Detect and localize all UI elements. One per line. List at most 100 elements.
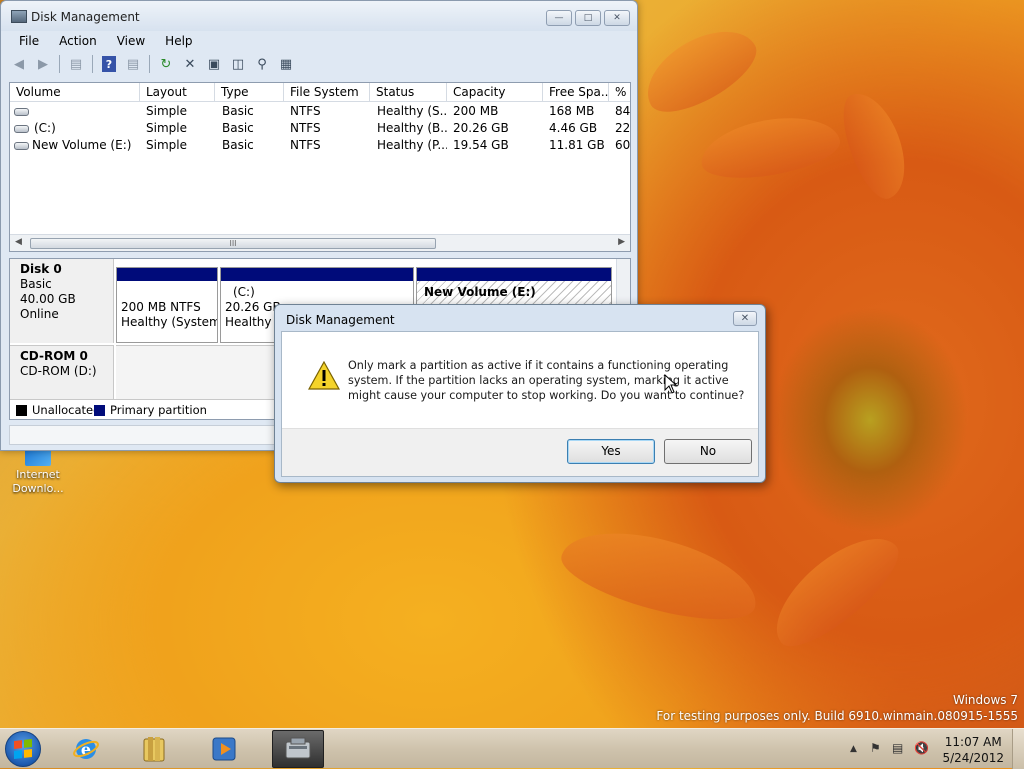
properties-icon[interactable]: ▤	[123, 54, 143, 74]
no-button[interactable]: No	[664, 439, 752, 464]
system-tray: ▲ ⚑ ▤ 🔇 11:07 AM 5/24/2012	[844, 729, 1024, 769]
wallpaper-petal	[554, 515, 766, 635]
volume-row[interactable]: Simple Basic NTFS Healthy (S... 200 MB 1…	[10, 103, 630, 120]
show-desktop-button[interactable]	[1012, 729, 1024, 769]
drive-icon	[14, 142, 29, 150]
volume-cell-type: Basic	[222, 138, 254, 152]
warning-icon	[308, 361, 340, 390]
show-hidden-icons-icon[interactable]: ▲	[850, 744, 857, 754]
taskbar-internet-explorer[interactable]: e	[60, 730, 112, 768]
column-header-status[interactable]: Status	[370, 83, 447, 102]
volume-cell-status: Healthy (S...	[377, 104, 447, 118]
column-header-volume[interactable]: Volume	[10, 83, 140, 102]
media-player-icon	[212, 737, 236, 761]
clock[interactable]: 11:07 AM 5/24/2012	[942, 734, 1004, 766]
refresh-icon[interactable]: ↻	[156, 54, 176, 74]
volume-cell-layout: Simple	[146, 121, 187, 135]
close-button[interactable]: ✕	[604, 10, 630, 26]
menu-file[interactable]: File	[9, 32, 49, 50]
taskbar-windows-explorer[interactable]	[128, 730, 180, 768]
wallpaper-petal	[758, 518, 912, 662]
column-header-layout[interactable]: Layout	[140, 83, 215, 102]
disk-management-icon	[285, 737, 311, 759]
toolbar-separator	[149, 55, 150, 73]
volume-cell-free-space: 168 MB	[549, 104, 595, 118]
taskbar: e ▲ ⚑ ▤ 🔇 11:07 AM 5/24/2012	[0, 728, 1024, 769]
caption-buttons: — □ ✕	[546, 10, 630, 26]
toolbar: ◀ ▶ ▤ ? ▤ ↻ ✕ ▣ ◫ ⚲ ▦	[9, 53, 296, 75]
clock-date: 5/24/2012	[942, 751, 1004, 765]
scrollbar-thumb[interactable]: III	[30, 238, 436, 249]
toolbar-separator	[59, 55, 60, 73]
dialog-title: Disk Management	[286, 313, 395, 327]
column-header-capacity[interactable]: Capacity	[447, 83, 543, 102]
wallpaper-petal	[832, 84, 918, 206]
dialog-body: Only mark a partition as active if it co…	[281, 331, 759, 477]
scroll-right-icon[interactable]: ▶	[618, 237, 625, 247]
taskbar-media-player[interactable]	[198, 730, 250, 768]
forward-icon[interactable]: ▶	[33, 54, 53, 74]
primary-partition-bar	[117, 268, 217, 281]
volume-row[interactable]: (C:) Simple Basic NTFS Healthy (B... 20.…	[10, 120, 630, 137]
volume-cell-percent-free: 60	[615, 138, 631, 152]
column-header-free-space[interactable]: Free Spa...	[543, 83, 609, 102]
volume-cell-capacity: 19.54 GB	[453, 138, 509, 152]
delete-icon[interactable]: ✕	[180, 54, 200, 74]
primary-partition-bar	[417, 268, 611, 281]
desktop-icon-internet-download[interactable]: Internet Downlo...	[8, 448, 68, 496]
menu-help[interactable]: Help	[155, 32, 202, 50]
volume-muted-icon[interactable]: 🔇	[914, 741, 929, 755]
yes-button[interactable]: Yes	[567, 439, 655, 464]
volume-cell-status: Healthy (P...	[377, 138, 447, 152]
partition-system-reserved[interactable]: 200 MB NTFS Healthy (System,	[116, 267, 218, 343]
volume-cell-name: New Volume (E:)	[32, 138, 132, 152]
windows-logo-icon	[14, 739, 32, 759]
volume-list-header: Volume Layout Type File System Status Ca…	[10, 83, 630, 102]
windows-explorer-icon	[143, 737, 165, 762]
taskbar-disk-management[interactable]	[272, 730, 324, 768]
watermark-os-name: Windows 7	[952, 693, 1018, 707]
partition-status: Healthy (System,	[121, 315, 217, 329]
partition-title: New Volume (E:)	[424, 285, 536, 299]
internet-explorer-icon: e	[73, 739, 99, 759]
settings-icon[interactable]: ▦	[276, 54, 296, 74]
disk-type: Basic	[20, 277, 52, 291]
drive-icon	[14, 108, 29, 116]
volume-list: Volume Layout Type File System Status Ca…	[9, 82, 631, 252]
action-center-icon[interactable]: ⚑	[870, 741, 881, 755]
legend-swatch-primary	[94, 405, 105, 416]
toolbar-separator	[92, 55, 93, 73]
column-header-type[interactable]: Type	[215, 83, 284, 102]
dialog-close-button[interactable]: ✕	[733, 311, 757, 326]
cdrom-0-label[interactable]: CD-ROM 0 CD-ROM (D:)	[10, 345, 114, 399]
start-button[interactable]	[5, 731, 41, 767]
column-header-file-system[interactable]: File System	[284, 83, 370, 102]
desktop-icon-label: Internet Downlo...	[12, 468, 64, 495]
open-folder-icon[interactable]: ◫	[228, 54, 248, 74]
volume-cell-free-space: 11.81 GB	[549, 138, 605, 152]
horizontal-scrollbar[interactable]: ◀ III ▶	[10, 234, 630, 251]
maximize-button[interactable]: □	[575, 10, 601, 26]
disk-0-label[interactable]: Disk 0 Basic 40.00 GB Online	[10, 259, 114, 343]
column-header-percent-free[interactable]: % F	[609, 83, 630, 102]
back-icon[interactable]: ◀	[9, 54, 29, 74]
volume-cell-layout: Simple	[146, 138, 187, 152]
volume-cell-type: Basic	[222, 104, 254, 118]
volume-cell-file-system: NTFS	[290, 138, 321, 152]
wallpaper-petal	[633, 14, 767, 126]
search-icon[interactable]: ⚲	[252, 54, 272, 74]
network-icon[interactable]: ▤	[892, 741, 903, 755]
scroll-left-icon[interactable]: ◀	[15, 237, 22, 247]
volume-cell-file-system: NTFS	[290, 104, 321, 118]
window-titlebar[interactable]: Disk Management — □ ✕	[1, 1, 637, 31]
properties-sheet-icon[interactable]: ▣	[204, 54, 224, 74]
menu-view[interactable]: View	[107, 32, 155, 50]
menu-bar: File Action View Help	[9, 32, 203, 50]
help-icon[interactable]: ?	[102, 56, 116, 72]
volume-row[interactable]: New Volume (E:) Simple Basic NTFS Health…	[10, 137, 630, 154]
show-hide-console-tree-icon[interactable]: ▤	[66, 54, 86, 74]
volume-cell-name	[32, 103, 140, 120]
menu-action[interactable]: Action	[49, 32, 107, 50]
volume-cell-status: Healthy (B...	[377, 121, 447, 135]
minimize-button[interactable]: —	[546, 10, 572, 26]
